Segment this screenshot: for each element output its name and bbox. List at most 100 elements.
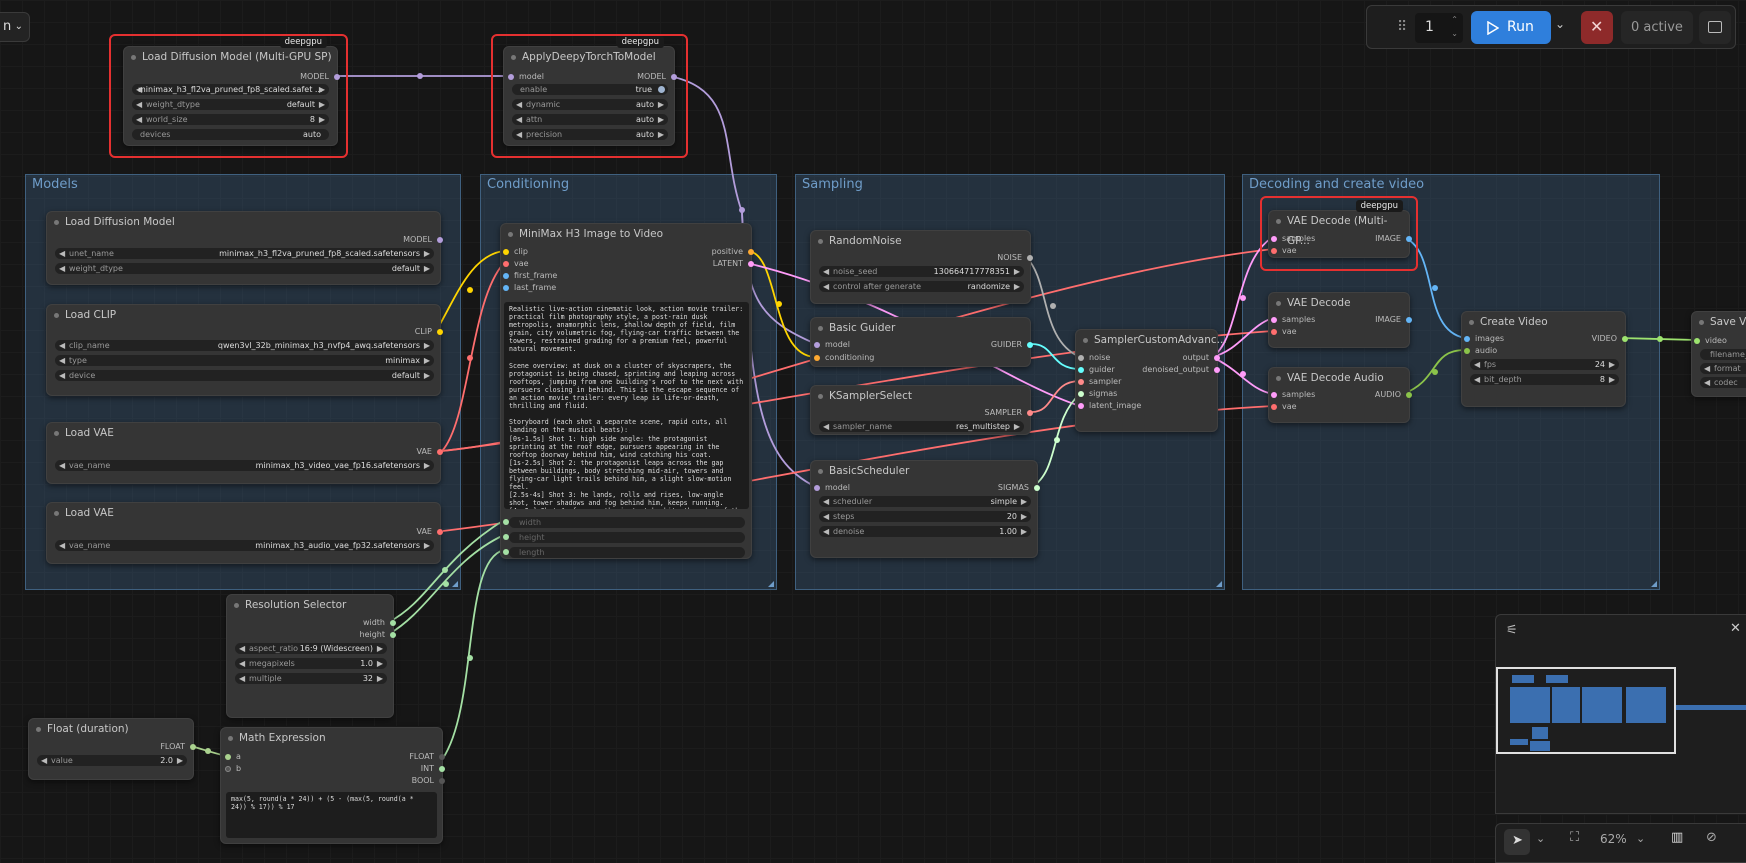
output-guider[interactable]: GUIDER: [991, 339, 1033, 351]
input-conditioning[interactable]: conditioning: [814, 352, 874, 364]
panel-toggle-button[interactable]: [1699, 11, 1731, 44]
node-basic-guider[interactable]: Basic Guider model conditioning GUIDER: [810, 317, 1033, 367]
node-basic-scheduler[interactable]: BasicScheduler model SIGMAS ◀ scheduler si…: [810, 460, 1040, 558]
input-noise[interactable]: noise: [1078, 352, 1110, 364]
node-vae-decode[interactable]: VAE Decode samples vae IMAGE: [1268, 292, 1412, 348]
output-audio[interactable]: AUDIO: [1375, 389, 1412, 401]
widget-device[interactable]: ◀ device default ▶: [55, 370, 434, 381]
run-button[interactable]: Run: [1471, 11, 1551, 44]
output-sigmas[interactable]: SIGMAS: [998, 482, 1040, 494]
widget-length[interactable]: length: [503, 547, 745, 558]
node-load-vae-audio[interactable]: Load VAE VAE ◀ vae_name minimax_h3_audio_v…: [46, 502, 443, 564]
input-vae[interactable]: vae: [503, 258, 529, 270]
output-vae[interactable]: VAE: [417, 526, 443, 538]
widget-bit-depth[interactable]: ◀ bit_depth 8 ▶: [1470, 374, 1619, 385]
prompt-textarea[interactable]: Realistic live-action cinematic look, ac…: [504, 302, 749, 509]
input-samples[interactable]: samples: [1271, 314, 1315, 326]
decrement-icon[interactable]: ⌄: [1451, 29, 1458, 38]
input-guider[interactable]: guider: [1078, 364, 1115, 376]
node-load-vae-video[interactable]: Load VAE VAE ◀ vae_name minimax_h3_video_v…: [46, 422, 443, 484]
widget-fps[interactable]: ◀ fps 24 ▶: [1470, 359, 1619, 370]
input-vae[interactable]: vae: [1271, 401, 1297, 413]
select-tool-button[interactable]: ➤: [1504, 829, 1530, 855]
input-samples[interactable]: samples: [1271, 389, 1315, 401]
widget-control-after-generate[interactable]: ◀ control after generate randomize ▶: [819, 281, 1024, 292]
workflow-dropdown[interactable]: n ⌄: [0, 12, 30, 42]
node-float-duration[interactable]: Float (duration) FLOAT ◀ value 2.0 ▶: [28, 718, 196, 780]
output-image[interactable]: IMAGE: [1375, 314, 1412, 326]
node-resolution-selector[interactable]: Resolution Selector width height ◀ aspect…: [226, 594, 396, 718]
expression-textarea[interactable]: max(5, round(a * 24)) + (5 - (max(5, rou…: [226, 792, 437, 838]
widget-height[interactable]: height: [503, 532, 745, 543]
node-load-clip[interactable]: Load CLIP CLIP ◀ clip_name qwen3vl_32b_min…: [46, 304, 443, 396]
widget-clip-name[interactable]: ◀ clip_name qwen3vl_32b_minimax_h3_nvfp4_a…: [55, 340, 434, 351]
node-random-noise[interactable]: RandomNoise NOISE ◀ noise_seed 13066471777…: [810, 230, 1033, 304]
node-minimax-image-to-video[interactable]: MiniMax H3 Image to Video clip vae first…: [500, 223, 754, 559]
widget-format[interactable]: ◀ format: [1700, 363, 1746, 374]
node-math-expression[interactable]: Math Expression a b FLOAT INT BOOL max(5…: [220, 727, 445, 844]
input-clip[interactable]: clip: [503, 246, 528, 258]
input-first-frame[interactable]: first_frame: [503, 270, 557, 282]
queue-count-input[interactable]: 1 ⌃ ⌄: [1415, 13, 1463, 43]
widget-width[interactable]: width: [503, 517, 745, 528]
input-last-frame[interactable]: last_frame: [503, 282, 556, 294]
widget-multiple[interactable]: ◀ multiple 32 ▶: [235, 673, 387, 684]
widget-value[interactable]: ◀ value 2.0 ▶: [37, 755, 187, 766]
widget-weight-dtype[interactable]: ◀ weight_dtype default ▶: [55, 263, 434, 274]
drag-handle-icon[interactable]: ⠿: [1397, 19, 1407, 35]
input-vae[interactable]: vae: [1271, 326, 1297, 338]
output-float[interactable]: FLOAT: [160, 741, 196, 753]
fit-view-icon[interactable]: ⛶: [1570, 830, 1579, 845]
widget-type[interactable]: ◀ type minimax ▶: [55, 355, 434, 366]
output-sampler[interactable]: SAMPLER: [985, 407, 1033, 419]
output-int[interactable]: INT: [421, 763, 445, 775]
input-b[interactable]: b: [225, 763, 241, 775]
zoom-label[interactable]: 62%: [1600, 832, 1627, 846]
input-a[interactable]: a: [225, 751, 241, 763]
input-model[interactable]: model: [814, 339, 850, 351]
node-save-video[interactable]: Save Vid video filename_p ◀format ◀codec: [1691, 311, 1746, 397]
widget-steps[interactable]: ◀ steps 20 ▶: [819, 511, 1031, 522]
hide-links-icon[interactable]: ⊘: [1706, 830, 1717, 845]
widget-noise-seed[interactable]: ◀ noise_seed 130664717778351 ▶: [819, 266, 1024, 277]
output-denoised[interactable]: denoised_output: [1142, 364, 1220, 376]
node-vae-decode-audio[interactable]: VAE Decode Audio samples vae AUDIO: [1268, 367, 1412, 423]
run-options-chevron-icon[interactable]: ⌄: [1555, 17, 1565, 31]
close-icon[interactable]: ✕: [1730, 621, 1741, 636]
input-video[interactable]: video: [1694, 335, 1727, 347]
minimap-canvas[interactable]: [1496, 667, 1676, 754]
settings-sliders-icon[interactable]: ⚟: [1506, 623, 1518, 638]
output-positive[interactable]: positive: [712, 246, 754, 258]
node-load-diffusion-model[interactable]: Load Diffusion Model MODEL ◀ unet_name min…: [46, 211, 443, 285]
output-float[interactable]: FLOAT: [409, 751, 445, 763]
widget-unet-name[interactable]: ◀ unet_name minimax_h3_fl2va_pruned_fp8_sc…: [55, 248, 434, 259]
cancel-button[interactable]: ✕: [1581, 11, 1613, 44]
output-width[interactable]: width: [363, 617, 396, 629]
node-sampler-custom-advanced[interactable]: SamplerCustomAdvanc... noise guider samp…: [1075, 329, 1227, 432]
output-height[interactable]: height: [360, 629, 396, 641]
output-bool[interactable]: BOOL: [412, 775, 445, 787]
widget-vae-name[interactable]: ◀ vae_name minimax_h3_audio_vae_fp32.safet…: [55, 540, 434, 551]
output-model[interactable]: MODEL: [403, 234, 443, 246]
node-ksampler-select[interactable]: KSamplerSelect SAMPLER ◀ sampler_name res_…: [810, 385, 1033, 435]
increment-icon[interactable]: ⌃: [1451, 15, 1458, 24]
widget-sampler-name[interactable]: ◀ sampler_name res_multistep ▶: [819, 421, 1024, 432]
output-clip[interactable]: CLIP: [415, 326, 443, 338]
active-queue-button[interactable]: 0 active: [1621, 11, 1693, 44]
widget-scheduler[interactable]: ◀ scheduler simple ▶: [819, 496, 1031, 507]
input-model[interactable]: model: [814, 482, 850, 494]
output-noise[interactable]: NOISE: [997, 252, 1033, 264]
output-output[interactable]: output: [1183, 352, 1220, 364]
input-images[interactable]: images: [1464, 333, 1504, 345]
widget-denoise[interactable]: ◀ denoise 1.00 ▶: [819, 526, 1031, 537]
output-latent[interactable]: LATENT: [713, 258, 754, 270]
widget-codec[interactable]: ◀ codec: [1700, 377, 1746, 388]
widget-aspect-ratio[interactable]: ◀ aspect_ratio 16:9 (Widescreen) ▶: [235, 643, 387, 654]
widget-megapixels[interactable]: ◀ megapixels 1.0 ▶: [235, 658, 387, 669]
chevron-down-icon[interactable]: ⌄: [1636, 832, 1645, 845]
input-sampler[interactable]: sampler: [1078, 376, 1121, 388]
widget-filename-prefix[interactable]: filename_p: [1700, 349, 1746, 360]
input-latent-image[interactable]: latent_image: [1078, 400, 1141, 412]
map-icon[interactable]: ▥: [1671, 830, 1683, 845]
input-audio[interactable]: audio: [1464, 345, 1497, 357]
